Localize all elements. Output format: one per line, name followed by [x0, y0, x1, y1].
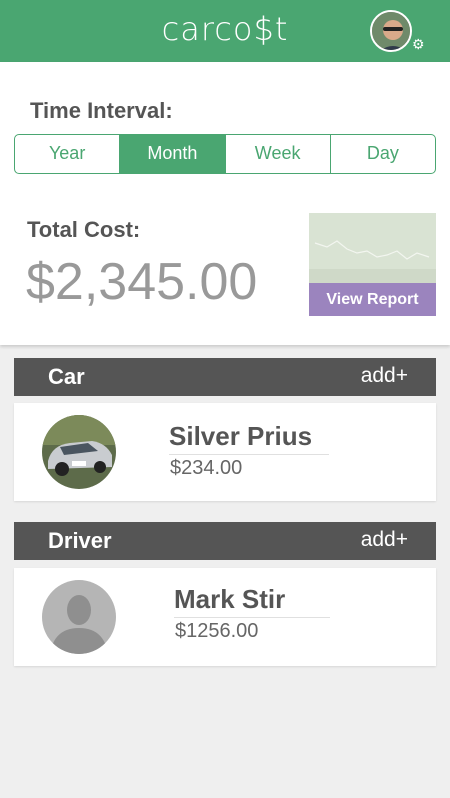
car-section-header: Car add+	[14, 358, 436, 396]
driver-name: Mark Stir	[174, 584, 330, 618]
car-list-item[interactable]: Silver Prius $234.00	[14, 403, 436, 501]
driver-cost: $1256.00	[175, 620, 259, 642]
interval-year-button[interactable]: Year	[15, 135, 121, 173]
total-cost-value: $2,345.00	[26, 253, 258, 311]
time-interval-label: Time Interval:	[30, 98, 173, 123]
report-widget[interactable]: View Report	[309, 213, 436, 316]
app-header: carco$t ⚙	[0, 0, 450, 62]
interval-week-button[interactable]: Week	[226, 135, 331, 173]
driver-list-item[interactable]: Mark Stir $1256.00	[14, 568, 436, 666]
add-car-button[interactable]: add+	[361, 364, 408, 388]
view-report-button[interactable]: View Report	[309, 283, 436, 316]
user-avatar[interactable]	[370, 10, 412, 52]
interval-day-button[interactable]: Day	[331, 135, 435, 173]
car-name: Silver Prius	[169, 421, 329, 455]
time-interval-selector: Year Month Week Day	[14, 134, 436, 174]
car-cost: $234.00	[170, 457, 243, 479]
car-section-title: Car	[48, 364, 85, 389]
car-thumbnail	[42, 415, 116, 489]
add-driver-button[interactable]: add+	[361, 528, 408, 552]
total-cost-label: Total Cost:	[27, 217, 141, 242]
driver-avatar-placeholder-icon	[42, 580, 116, 654]
interval-month-button[interactable]: Month	[120, 135, 226, 173]
settings-gear-icon[interactable]: ⚙	[412, 36, 428, 52]
report-thumbnail-chart	[309, 213, 436, 283]
driver-section-title: Driver	[48, 528, 112, 553]
driver-section-header: Driver add+	[14, 522, 436, 560]
summary-panel: Time Interval: Year Month Week Day Total…	[0, 62, 450, 345]
